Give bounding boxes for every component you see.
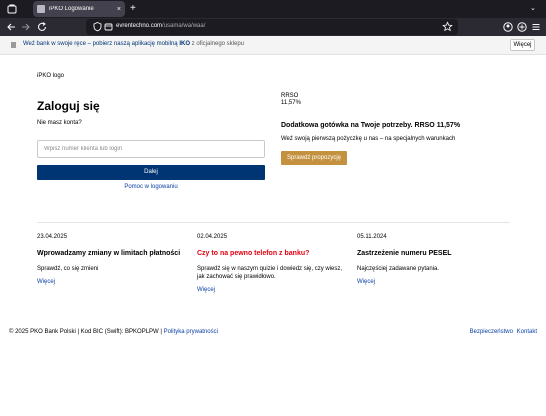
- favicon-icon: [37, 5, 45, 13]
- back-arrow-icon[interactable]: [5, 21, 17, 33]
- news-item: 02.04.2025 Czy to na pewno telefon z ban…: [197, 234, 347, 293]
- url-domain: evrentechno.com: [116, 23, 163, 29]
- login-title: Zaloguj się: [37, 99, 100, 113]
- forward-arrow-icon[interactable]: [20, 21, 32, 33]
- app-promo-text: Weź bank w swoje ręce – pobierz naszą ap…: [23, 41, 244, 47]
- news-more-link[interactable]: Więcej: [197, 287, 347, 293]
- news-text: Najczęściej zadawane pytania.: [357, 266, 440, 272]
- app-promo-suffix: z oficjalnego sklepu: [189, 41, 245, 47]
- promo-description: Weź swoją pierwszą pożyczkę u nas – na s…: [281, 136, 456, 142]
- app-promo-app-name: IKO: [179, 41, 190, 47]
- news-date: 23.04.2025: [37, 234, 68, 240]
- news-title[interactable]: Zastrzeżenie numeru PESEL: [357, 249, 507, 259]
- list-all-tabs-icon[interactable]: ⌄: [530, 4, 536, 12]
- tab-overview-icon[interactable]: [6, 3, 18, 15]
- news-title[interactable]: Wprowadzamy zmiany w limitach płatności: [37, 249, 187, 259]
- client-number-input[interactable]: [37, 140, 265, 158]
- no-account-text[interactable]: Nie masz konta?: [37, 120, 82, 126]
- footer-legal: © 2025 PKO Bank Polski | Kod BIC (Swift)…: [9, 329, 218, 335]
- news-more-link[interactable]: Więcej: [357, 279, 507, 285]
- news-item: 05.11.2024 Zastrzeżenie numeru PESEL Naj…: [357, 234, 507, 285]
- new-tab-button[interactable]: +: [130, 2, 136, 16]
- rrso-label: RRSO: [281, 93, 299, 99]
- news-text: Sprawdź się w naszym quizie i dowiedz si…: [197, 266, 343, 280]
- privacy-policy-link[interactable]: Polityka prywatności: [164, 329, 218, 335]
- next-button[interactable]: Dalej: [37, 165, 265, 180]
- rrso-value: 11,57%: [281, 100, 301, 106]
- banner-more-button[interactable]: Więcej: [510, 39, 535, 51]
- url-text[interactable]: evrentechno.com/usama/wa/waa/: [116, 23, 205, 29]
- web-page: Weź bank w swoje ręce – pobierz naszą ap…: [0, 36, 546, 416]
- news-more-link[interactable]: Więcej: [37, 279, 187, 285]
- pko-small-logo-icon: [11, 42, 16, 48]
- footer-copyright: © 2025 PKO Bank Polski | Kod BIC (Swift)…: [9, 329, 164, 335]
- browser-tab-active[interactable]: iPKO Logowanie ×: [33, 1, 125, 17]
- security-link[interactable]: Bezpieczeństwo: [470, 329, 513, 335]
- app-menu-icon[interactable]: [530, 21, 542, 33]
- pocket-shield-icon[interactable]: [502, 21, 514, 33]
- section-divider: [37, 222, 510, 223]
- footer-links: Bezpieczeństwo Kontakt: [468, 329, 537, 335]
- news-date: 05.11.2024: [357, 234, 387, 240]
- reload-icon[interactable]: [36, 21, 48, 33]
- site-info-icon[interactable]: [103, 21, 114, 32]
- promo-title: Dodatkowa gotówka na Twoje potrzeby. RRS…: [281, 122, 461, 129]
- tab-title: iPKO Logowanie: [49, 6, 94, 12]
- ipko-logo[interactable]: iPKO logo: [37, 73, 64, 79]
- extensions-icon[interactable]: [516, 21, 528, 33]
- bookmark-star-icon[interactable]: [442, 21, 453, 32]
- news-title[interactable]: Czy to na pewno telefon z banku?: [197, 249, 347, 259]
- check-offer-button[interactable]: Sprawdź propozycję: [281, 151, 347, 165]
- browser-tab-bar: iPKO Logowanie × + ⌄: [0, 0, 546, 18]
- tab-close-icon[interactable]: ×: [117, 6, 121, 13]
- app-promo-banner: Weź bank w swoje ręce – pobierz naszą ap…: [0, 36, 546, 55]
- contact-link[interactable]: Kontakt: [517, 329, 537, 335]
- news-item: 23.04.2025 Wprowadzamy zmiany w limitach…: [37, 234, 187, 285]
- news-date: 02.04.2025: [197, 234, 228, 240]
- address-bar[interactable]: evrentechno.com/usama/wa/waa/: [86, 19, 458, 35]
- tracking-protection-shield-icon[interactable]: [92, 21, 103, 32]
- app-promo-prefix: Weź bank w swoje ręce – pobierz naszą ap…: [23, 41, 180, 47]
- url-path: /usama/wa/waa/: [162, 23, 206, 29]
- news-text: Sprawdź, co się zmieni: [37, 266, 99, 272]
- browser-nav-bar: evrentechno.com/usama/wa/waa/: [0, 18, 546, 36]
- login-help-link[interactable]: Pomoc w logowaniu: [37, 184, 265, 190]
